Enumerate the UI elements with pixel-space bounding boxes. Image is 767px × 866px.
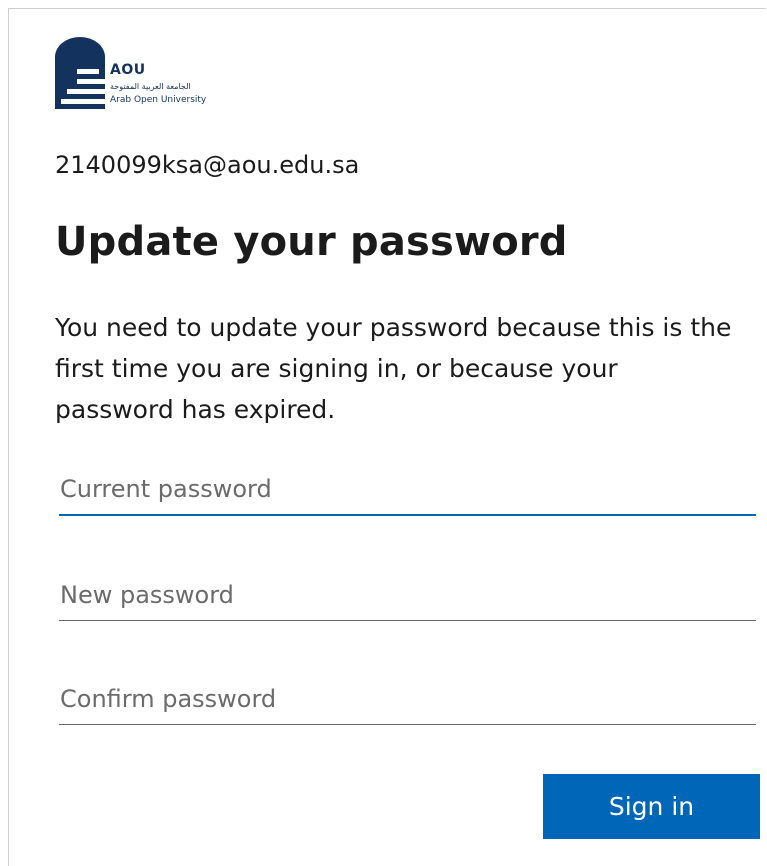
user-email: 2140099ksa@aou.edu.sa [55, 151, 360, 179]
page-title: Update your password [55, 219, 568, 265]
confirm-password-input[interactable] [59, 673, 756, 725]
logo-english-name: Arab Open University [110, 95, 207, 105]
current-password-input[interactable] [59, 464, 756, 516]
new-password-input[interactable] [59, 569, 756, 621]
aou-building-logo-icon [55, 37, 105, 109]
logo-arabic-name: الجامعة العربية المفتوحة [110, 82, 191, 91]
password-update-card: AOU الجامعة العربية المفتوحة Arab Open U… [8, 8, 766, 866]
logo-acronym: AOU [110, 62, 146, 78]
aou-logo: AOU الجامعة العربية المفتوحة Arab Open U… [55, 37, 245, 111]
description-text: You need to update your password because… [55, 313, 732, 424]
sign-in-button[interactable]: Sign in [543, 774, 760, 839]
